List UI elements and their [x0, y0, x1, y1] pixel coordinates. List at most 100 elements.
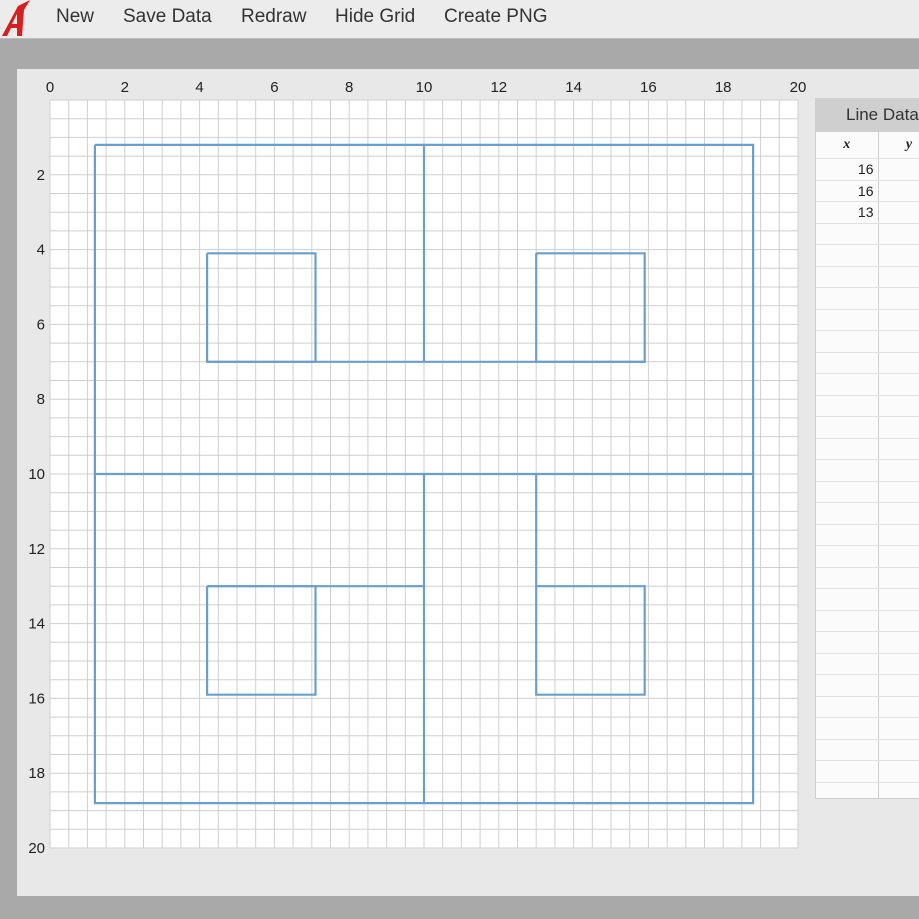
- table-row[interactable]: [816, 545, 919, 568]
- cell-x[interactable]: [816, 352, 879, 374]
- x-tick-label: 6: [270, 79, 278, 96]
- cell-y[interactable]: [878, 739, 919, 761]
- cell-y[interactable]: [878, 266, 919, 288]
- table-row[interactable]: [816, 674, 919, 697]
- cell-x[interactable]: [816, 760, 879, 783]
- table-row[interactable]: [816, 287, 919, 310]
- cell-x[interactable]: 16: [816, 180, 879, 202]
- y-tick-label: 10: [28, 466, 45, 483]
- line-data-table: x y 16 16 13: [816, 132, 919, 798]
- cell-y[interactable]: [878, 674, 919, 697]
- create-png-menu-item[interactable]: Create PNG: [444, 6, 547, 28]
- cell-x[interactable]: [816, 674, 879, 697]
- cell-y[interactable]: [878, 481, 919, 503]
- redraw-menu-item[interactable]: Redraw: [241, 6, 306, 28]
- cell-y[interactable]: [878, 330, 919, 353]
- cell-x[interactable]: [816, 416, 879, 439]
- cell-y[interactable]: [878, 502, 919, 525]
- cell-y[interactable]: [878, 545, 919, 568]
- table-row[interactable]: [816, 588, 919, 611]
- hide-grid-menu-item[interactable]: Hide Grid: [335, 6, 415, 28]
- cell-x[interactable]: 13: [816, 201, 879, 224]
- plot-canvas[interactable]: 0 2 4 6 8 10 12 14 16 18 20 2 4 6 8 10 12 14 16 18 20: [17, 69, 807, 879]
- table-row[interactable]: [816, 244, 919, 267]
- cell-y[interactable]: [878, 309, 919, 331]
- cell-y[interactable]: [878, 717, 919, 740]
- table-row[interactable]: [816, 502, 919, 525]
- cell-y[interactable]: [878, 653, 919, 675]
- table-row[interactable]: [816, 459, 919, 482]
- cell-x[interactable]: [816, 545, 879, 568]
- table-row[interactable]: [816, 266, 919, 288]
- cell-y[interactable]: [878, 416, 919, 439]
- cell-x[interactable]: [816, 266, 879, 288]
- cell-y[interactable]: [878, 352, 919, 374]
- cell-x[interactable]: [816, 653, 879, 675]
- table-row[interactable]: [816, 481, 919, 503]
- table-row[interactable]: [816, 524, 919, 546]
- cell-x[interactable]: [816, 739, 879, 761]
- table-row[interactable]: [816, 567, 919, 589]
- table-row[interactable]: 16: [816, 180, 919, 202]
- cell-x[interactable]: [816, 395, 879, 417]
- cell-y[interactable]: [878, 524, 919, 546]
- cell-y[interactable]: [878, 373, 919, 396]
- cell-x[interactable]: [816, 567, 879, 589]
- cell-x[interactable]: [816, 330, 879, 353]
- cell-y[interactable]: [878, 760, 919, 783]
- table-row[interactable]: [816, 352, 919, 374]
- table-row[interactable]: [816, 395, 919, 417]
- cell-y[interactable]: [878, 567, 919, 589]
- cell-x[interactable]: [816, 287, 879, 310]
- new-menu-item[interactable]: New: [56, 6, 94, 28]
- cell-y[interactable]: [878, 610, 919, 632]
- cell-y[interactable]: [878, 631, 919, 654]
- table-row[interactable]: [816, 373, 919, 396]
- cell-x[interactable]: [816, 438, 879, 460]
- table-row[interactable]: [816, 330, 919, 353]
- table-row[interactable]: [816, 438, 919, 460]
- cell-x[interactable]: [816, 782, 879, 798]
- cell-y[interactable]: [878, 395, 919, 417]
- table-row[interactable]: [816, 416, 919, 439]
- table-row[interactable]: [816, 739, 919, 761]
- cell-x[interactable]: [816, 588, 879, 611]
- cell-y[interactable]: [878, 588, 919, 611]
- cell-y[interactable]: [878, 244, 919, 267]
- table-row[interactable]: [816, 631, 919, 654]
- table-row[interactable]: [816, 653, 919, 675]
- cell-x[interactable]: [816, 481, 879, 503]
- cell-x[interactable]: [816, 244, 879, 267]
- table-row[interactable]: 16: [816, 158, 919, 181]
- cell-y[interactable]: [878, 438, 919, 460]
- cell-x[interactable]: [816, 610, 879, 632]
- cell-y[interactable]: [878, 782, 919, 798]
- table-row[interactable]: [816, 760, 919, 783]
- table-row[interactable]: [816, 610, 919, 632]
- y-tick-label: 20: [28, 840, 45, 857]
- cell-x[interactable]: [816, 309, 879, 331]
- table-row[interactable]: [816, 717, 919, 740]
- cell-x[interactable]: [816, 373, 879, 396]
- table-row[interactable]: [816, 309, 919, 331]
- cell-y[interactable]: [878, 223, 919, 245]
- save-data-menu-item[interactable]: Save Data: [123, 6, 212, 28]
- cell-x[interactable]: [816, 717, 879, 740]
- cell-x[interactable]: [816, 223, 879, 245]
- cell-x[interactable]: [816, 502, 879, 525]
- cell-y[interactable]: [878, 696, 919, 718]
- table-row[interactable]: [816, 696, 919, 718]
- table-row[interactable]: [816, 223, 919, 245]
- cell-x[interactable]: [816, 524, 879, 546]
- cell-x[interactable]: 16: [816, 158, 879, 181]
- cell-x[interactable]: [816, 459, 879, 482]
- cell-y[interactable]: [878, 158, 919, 181]
- cell-x[interactable]: [816, 631, 879, 654]
- cell-y[interactable]: [878, 180, 919, 202]
- cell-y[interactable]: [878, 459, 919, 482]
- cell-x[interactable]: [816, 696, 879, 718]
- cell-y[interactable]: [878, 201, 919, 224]
- table-row[interactable]: [816, 782, 919, 798]
- table-row[interactable]: 13: [816, 201, 919, 224]
- cell-y[interactable]: [878, 287, 919, 310]
